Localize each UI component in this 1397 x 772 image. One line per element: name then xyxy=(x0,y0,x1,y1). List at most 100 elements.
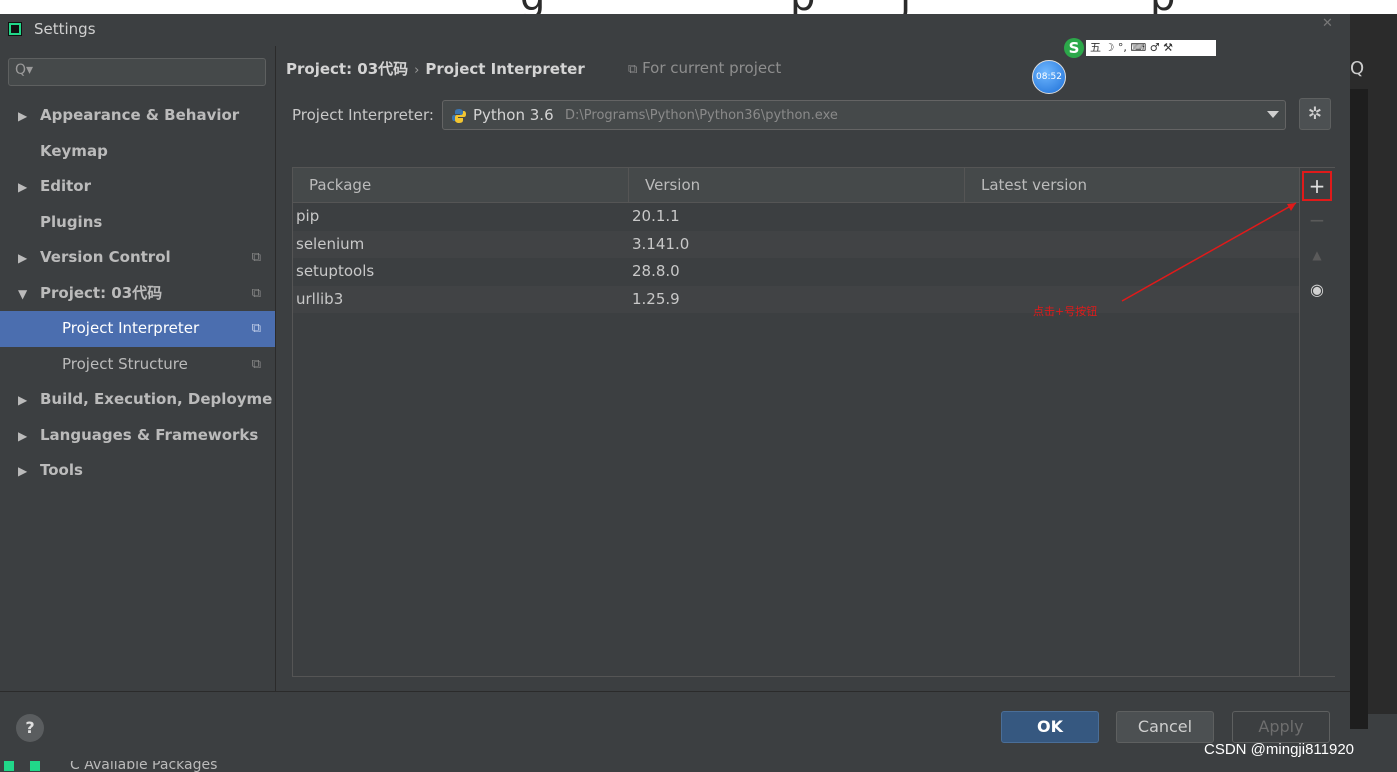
triangle-up-icon: ▲ xyxy=(1312,248,1322,262)
project-scope-icon: ⧉ xyxy=(251,356,261,372)
sidebar-item-tools[interactable]: ▶ Tools xyxy=(0,453,275,489)
column-header-package[interactable]: Package xyxy=(293,168,629,202)
search-icon[interactable]: Q xyxy=(1350,58,1364,79)
apply-button[interactable]: Apply xyxy=(1232,711,1330,743)
sidebar-item-editor[interactable]: ▶ Editor xyxy=(0,169,275,205)
settings-content: Project: 03代码 › Project Interpreter ⧉ For … xyxy=(276,38,1350,691)
package-version: 1.25.9 xyxy=(632,289,680,308)
interpreter-name: Python 3.6 xyxy=(473,106,554,124)
expand-arrow-icon: ▶ xyxy=(18,428,28,443)
column-header-latest-version[interactable]: Latest version xyxy=(965,168,1299,202)
background-window-strip: g p j p xyxy=(0,0,1397,14)
sidebar-item-label: Plugins xyxy=(40,212,103,231)
sidebar-item-project-structure[interactable]: Project Structure ⧉ xyxy=(0,347,275,383)
sidebar-item-label: Editor xyxy=(40,177,91,195)
interpreter-label: Project Interpreter: xyxy=(292,106,434,124)
sidebar-item-label: Project Interpreter xyxy=(62,319,200,337)
sidebar-item-version-control[interactable]: ▶ Version Control ⧉ xyxy=(0,240,275,276)
ok-button[interactable]: OK xyxy=(1001,711,1099,743)
search-icon: Q▾ xyxy=(15,62,34,78)
sidebar-item-languages-frameworks[interactable]: ▶ Languages & Frameworks xyxy=(0,418,275,454)
annotation-label: 点击+号按钮 xyxy=(1033,305,1098,318)
upgrade-package-button[interactable]: ▲ xyxy=(1302,240,1332,270)
gear-icon: ✲ xyxy=(1307,104,1323,124)
sidebar-item-appearance-behavior[interactable]: ▶ Appearance & Behavior xyxy=(0,98,275,134)
help-button[interactable]: ? xyxy=(16,714,44,742)
close-icon[interactable]: ✕ xyxy=(1322,16,1333,31)
package-version: 28.8.0 xyxy=(632,262,680,280)
sidebar-item-label: Project: 03代码 xyxy=(40,283,163,302)
background-editor-strip: Q xyxy=(1350,14,1397,729)
sidebar-item-label: Project Structure xyxy=(62,354,188,373)
expand-arrow-icon: ▶ xyxy=(18,109,28,123)
table-row[interactable]: selenium 3.141.0 xyxy=(293,230,1299,258)
sidebar-item-label: Version Control xyxy=(40,248,171,266)
python-icon xyxy=(452,109,466,123)
sidebar-item-plugins[interactable]: Plugins xyxy=(0,205,275,241)
sogou-ime-icon: S xyxy=(1064,38,1084,58)
pycharm-taskbar-icon[interactable] xyxy=(30,761,40,771)
breadcrumb-project: Project: 03代码 xyxy=(286,60,409,78)
sidebar-item-label: Languages & Frameworks xyxy=(40,425,259,444)
ime-toolbar[interactable]: S 五 ☽ °, ⌨ ♂ ⚒ xyxy=(1064,38,1224,64)
expand-arrow-icon: ▶ xyxy=(18,464,28,478)
expand-arrow-icon: ▶ xyxy=(18,393,28,407)
pycharm-taskbar-icon[interactable] xyxy=(4,761,14,771)
sidebar-item-label: Appearance & Behavior xyxy=(40,106,240,124)
interpreter-path: D:\Programs\Python\Python36\python.exe xyxy=(565,108,838,123)
table-row[interactable]: pip 20.1.1 xyxy=(293,203,1299,231)
packages-toolbar: + − ▲ ◉ xyxy=(1299,168,1336,676)
project-scope-icon: ⧉ xyxy=(251,321,261,336)
sidebar-item-label: Keymap xyxy=(40,141,108,160)
ime-toolbar-icons: 五 ☽ °, ⌨ ♂ ⚒ xyxy=(1086,40,1216,56)
expand-arrow-icon: ▶ xyxy=(18,251,28,265)
table-row[interactable]: urllib3 1.25.9 xyxy=(293,285,1299,313)
scope-text: For current project xyxy=(642,59,782,77)
package-name: urllib3 xyxy=(296,289,344,308)
sidebar-item-project-interpreter[interactable]: Project Interpreter ⧉ xyxy=(0,311,275,347)
breadcrumb-page: Project Interpreter xyxy=(425,60,585,78)
minus-icon: − xyxy=(1308,208,1326,232)
interpreter-select[interactable]: Python 3.6 D:\Programs\Python\Python36\p… xyxy=(442,100,1286,130)
settings-nav: ▶ Appearance & Behavior Keymap ▶ Editor Pl… xyxy=(0,98,275,489)
chevron-down-icon[interactable] xyxy=(1267,111,1279,118)
project-scope-icon: ⧉ xyxy=(251,285,261,301)
sidebar-item-build-execution-deployment[interactable]: ▶ Build, Execution, Deployme xyxy=(0,382,275,418)
project-scope-icon: ⧉ xyxy=(628,62,638,77)
breadcrumb-separator: › xyxy=(414,63,420,78)
sidebar-item-keymap[interactable]: Keymap xyxy=(0,134,275,170)
project-scope-icon: ⧉ xyxy=(251,250,261,265)
package-version: 3.141.0 xyxy=(632,234,690,253)
settings-search-input[interactable]: Q▾ xyxy=(8,58,266,86)
floating-clock: 08:52 xyxy=(1032,60,1066,94)
table-header: Package Version Latest version xyxy=(293,168,1299,203)
collapse-arrow-icon: ▼ xyxy=(18,286,28,301)
expand-arrow-icon: ▶ xyxy=(18,180,28,194)
package-name: setuptools xyxy=(296,262,375,280)
pycharm-app-icon xyxy=(8,22,22,36)
taskbar-label[interactable]: C Available Packages xyxy=(70,761,217,772)
sidebar-item-project[interactable]: ▼ Project: 03代码 ⧉ xyxy=(0,276,275,312)
cancel-button[interactable]: Cancel xyxy=(1116,711,1214,743)
remove-package-button[interactable]: − xyxy=(1302,205,1332,235)
breadcrumb: Project: 03代码 › Project Interpreter xyxy=(286,58,585,79)
table-row[interactable]: setuptools 28.8.0 xyxy=(293,258,1299,286)
watermark: CSDN @mingji811920 xyxy=(1204,741,1355,758)
window-title: Settings xyxy=(34,20,96,38)
package-name: pip xyxy=(296,207,320,225)
add-package-button[interactable]: + xyxy=(1302,171,1332,201)
taskbar: C Available Packages xyxy=(0,761,1397,772)
settings-sidebar: Q▾ ▶ Appearance & Behavior Keymap ▶ Editor… xyxy=(0,46,276,691)
sidebar-item-label: Build, Execution, Deployme xyxy=(40,390,273,408)
show-early-releases-button[interactable]: ◉ xyxy=(1302,275,1332,305)
scope-label: ⧉ For current project xyxy=(628,59,781,77)
column-header-version[interactable]: Version xyxy=(629,168,965,202)
plus-icon: + xyxy=(1308,174,1326,198)
packages-table: Package Version Latest version pip 20.1.… xyxy=(292,167,1336,677)
sidebar-item-label: Tools xyxy=(40,461,83,479)
interpreter-settings-button[interactable]: ✲ xyxy=(1299,98,1331,130)
package-name: selenium xyxy=(296,234,365,253)
eye-icon: ◉ xyxy=(1310,280,1324,299)
package-version: 20.1.1 xyxy=(632,207,680,225)
dialog-footer: ? OK Cancel Apply xyxy=(0,691,1350,762)
